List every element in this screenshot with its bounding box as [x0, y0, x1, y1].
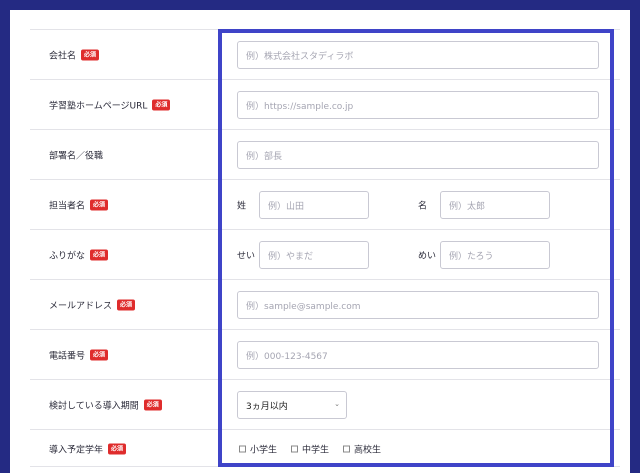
period-label-text: 検討している導入期間: [49, 401, 139, 412]
kana-label-text: ふりがな: [49, 251, 86, 262]
grade-option-label: 中学生: [302, 445, 330, 456]
last-kana-input[interactable]: 例）やまだ: [259, 241, 369, 269]
row-divider: [30, 429, 620, 430]
company-label: 会社名 必須: [49, 49, 100, 62]
grade-option-label: 小学生: [250, 445, 278, 456]
url-label: 学習塾ホームページURL 必須: [49, 99, 171, 112]
period-label: 検討している導入期間 必須: [49, 399, 162, 412]
checkbox-icon[interactable]: [343, 445, 351, 453]
row-divider: [30, 29, 620, 30]
period-value: 3ヵ月以内: [246, 401, 288, 412]
url-input[interactable]: 例）https://sample.co.jp: [237, 91, 599, 119]
dept-input[interactable]: 例）部長: [237, 141, 599, 169]
phone-label: 電話番号 必須: [49, 349, 109, 362]
dept-label-text: 部署名／役職: [49, 151, 104, 162]
name-label-text: 担当者名: [49, 201, 86, 212]
company-placeholder: 例）株式会社スタディラボ: [246, 51, 354, 62]
row-divider: [30, 379, 620, 380]
required-badge: 必須: [90, 249, 109, 261]
first-kana-input[interactable]: 例）たろう: [440, 241, 550, 269]
grade-label: 導入予定学年 必須: [49, 443, 127, 456]
grade-options: 小学生 中学生 高校生: [239, 443, 381, 456]
email-label-text: メールアドレス: [49, 301, 113, 312]
last-name-placeholder: 例）山田: [268, 201, 305, 212]
first-kana-label: めい: [418, 251, 437, 262]
first-name-input[interactable]: 例）太郎: [440, 191, 550, 219]
required-badge: 必須: [108, 443, 127, 455]
phone-label-text: 電話番号: [49, 351, 86, 362]
phone-placeholder: 例）000-123-4567: [246, 351, 328, 362]
required-badge: 必須: [90, 349, 109, 361]
phone-input[interactable]: 例）000-123-4567: [237, 341, 599, 369]
required-badge: 必須: [143, 399, 162, 411]
name-label: 担当者名 必須: [49, 199, 109, 212]
email-placeholder: 例）sample@sample.com: [246, 301, 361, 312]
grade-option-junior-high[interactable]: 中学生: [291, 443, 329, 456]
row-divider: [30, 179, 620, 180]
last-name-label: 姓: [237, 201, 247, 212]
last-kana-placeholder: 例）やまだ: [268, 251, 314, 262]
row-divider: [30, 329, 620, 330]
url-label-text: 学習塾ホームページURL: [49, 101, 148, 112]
url-placeholder: 例）https://sample.co.jp: [246, 101, 354, 112]
required-badge: 必須: [117, 299, 136, 311]
email-label: メールアドレス 必須: [49, 299, 136, 312]
first-kana-placeholder: 例）たろう: [449, 251, 494, 262]
kana-label: ふりがな 必須: [49, 249, 109, 262]
chevron-down-icon: ⌄: [334, 400, 340, 408]
grade-option-high-school[interactable]: 高校生: [343, 443, 381, 456]
period-select[interactable]: 3ヵ月以内 ⌄: [237, 391, 347, 419]
row-divider: [30, 129, 620, 130]
row-divider: [30, 229, 620, 230]
required-badge: 必須: [152, 99, 171, 111]
first-name-placeholder: 例）太郎: [449, 201, 486, 212]
grade-option-label: 高校生: [354, 445, 382, 456]
company-label-text: 会社名: [49, 51, 77, 62]
checkbox-icon[interactable]: [291, 445, 299, 453]
grade-label-text: 導入予定学年: [49, 445, 104, 456]
row-divider: [30, 79, 620, 80]
required-badge: 必須: [90, 199, 109, 211]
company-input[interactable]: 例）株式会社スタディラボ: [237, 41, 599, 69]
dept-label: 部署名／役職: [49, 149, 103, 162]
grade-option-elementary[interactable]: 小学生: [239, 443, 277, 456]
row-divider: [30, 466, 620, 467]
last-kana-label: せい: [237, 251, 256, 262]
email-input[interactable]: 例）sample@sample.com: [237, 291, 599, 319]
row-divider: [30, 279, 620, 280]
last-name-input[interactable]: 例）山田: [259, 191, 369, 219]
dept-placeholder: 例）部長: [246, 151, 283, 162]
required-badge: 必須: [81, 49, 100, 61]
checkbox-icon[interactable]: [239, 445, 246, 453]
first-name-label: 名: [418, 201, 428, 212]
